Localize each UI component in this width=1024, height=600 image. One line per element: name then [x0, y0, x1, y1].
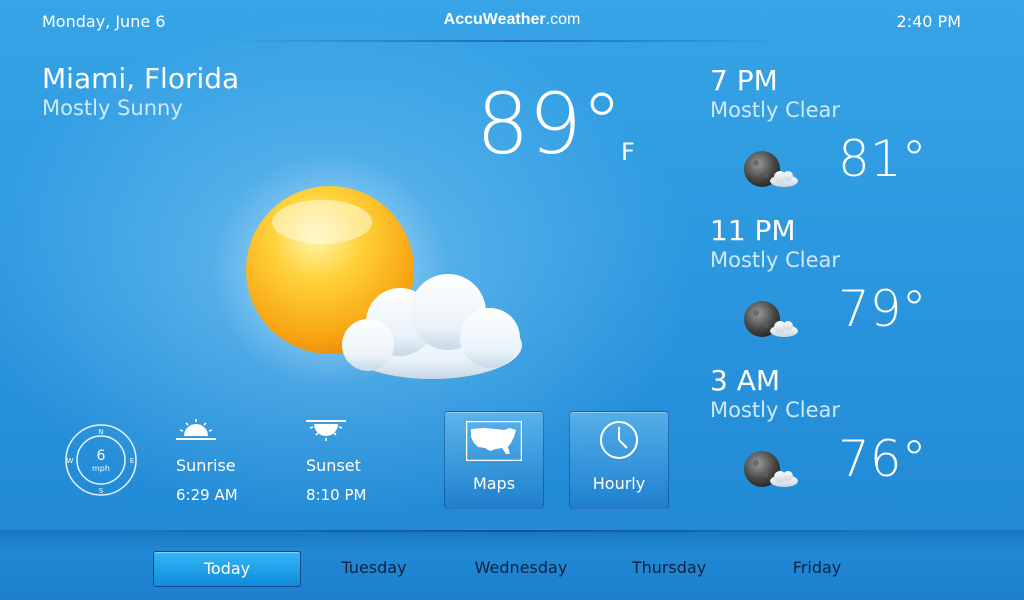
forecast-condition: Mostly Clear	[710, 398, 840, 422]
us-map-icon	[466, 421, 522, 461]
forecast-temp: 79°	[838, 280, 927, 338]
brand-logo: AccuWeather.com	[443, 11, 581, 28]
forecast-temp: 76°	[838, 430, 927, 488]
wind-unit: mph	[92, 464, 110, 473]
forecast-item: 11 PM Mostly Clear 79°	[710, 214, 970, 364]
forecast-item: 3 AM Mostly Clear 76°	[710, 364, 970, 514]
sun-cloud-icon	[200, 140, 540, 400]
compass-north: N	[98, 428, 103, 436]
maps-button[interactable]: Maps	[444, 411, 544, 509]
forecast-time: 11 PM	[710, 214, 796, 247]
top-bar: Monday, June 6 AccuWeather.com 2:40 PM	[0, 0, 1024, 42]
wind-speed: 6	[97, 448, 106, 464]
tab-thursday[interactable]: Thursday	[596, 551, 742, 585]
moon-cloud-icon	[742, 447, 802, 491]
maps-label: Maps	[472, 474, 516, 493]
compass-east: E	[130, 457, 134, 465]
tab-tuesday[interactable]: Tuesday	[301, 551, 447, 585]
tab-wednesday[interactable]: Wednesday	[448, 551, 594, 585]
hourly-label: Hourly	[592, 474, 646, 493]
sunset-icon	[306, 420, 346, 441]
tab-friday[interactable]: Friday	[744, 551, 890, 585]
forecast-time: 7 PM	[710, 64, 778, 97]
moon-cloud-icon	[742, 297, 802, 341]
sunrise-time: 6:29 AM	[176, 486, 238, 504]
tab-today[interactable]: Today	[153, 551, 301, 587]
sunset-time: 8:10 PM	[306, 486, 367, 504]
temperature-unit: F	[621, 138, 635, 166]
hourly-button[interactable]: Hourly	[569, 411, 669, 509]
wind-compass: N E S W 6 mph	[64, 423, 138, 497]
sunrise-icon	[176, 419, 216, 440]
sunset-label: Sunset	[306, 456, 361, 475]
compass-west: W	[67, 457, 74, 465]
location-name: Miami, Florida	[42, 62, 240, 95]
compass-south: S	[99, 487, 104, 495]
moon-cloud-icon	[742, 147, 802, 191]
forecast-temp: 81°	[838, 130, 927, 188]
forecast-condition: Mostly Clear	[710, 98, 840, 122]
sunrise-label: Sunrise	[176, 456, 236, 475]
forecast-condition: Mostly Clear	[710, 248, 840, 272]
forecast-item: 7 PM Mostly Clear 81°	[710, 64, 970, 214]
forecast-time: 3 AM	[710, 364, 781, 397]
clock-icon	[600, 421, 638, 459]
current-time: 2:40 PM	[896, 12, 961, 31]
current-condition: Mostly Sunny	[42, 96, 183, 120]
